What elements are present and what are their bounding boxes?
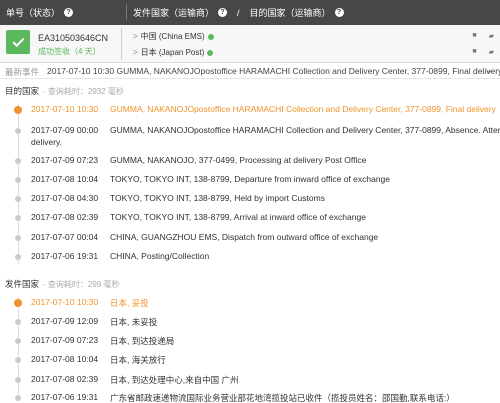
- origin-column-label: 发件国家（运输商）: [133, 8, 215, 18]
- tracking-column-header[interactable]: 单号（状态） ?: [6, 6, 74, 19]
- destination-carrier-label: 日本 (Japan Post): [140, 48, 205, 57]
- event-time: 2017-07-08 02:39: [31, 212, 99, 222]
- event-time: 2017-07-09 00:00: [31, 125, 99, 135]
- event-description: 日本, 海关放行: [110, 355, 166, 365]
- home-icon[interactable]: ■: [472, 32, 476, 40]
- origin-timeline-line: [18, 297, 19, 401]
- column-divider-slash: /: [237, 7, 240, 18]
- timeline-dot-icon: [14, 299, 22, 307]
- event-description: TOKYO, TOKYO INT, 138-8799, Arrival at i…: [110, 212, 366, 222]
- tracking-column-label: 单号（状态）: [6, 8, 61, 18]
- latest-event-label: 最新事件: [5, 67, 40, 77]
- timeline-dot-icon: [14, 106, 22, 114]
- event-time: 2017-07-10 10:30: [31, 297, 99, 307]
- timeline-dot-icon: [15, 338, 21, 344]
- event-time: 2017-07-09 12:09: [31, 316, 99, 326]
- latest-event-row[interactable]: 最新事件 2017-07-10 10:30 GUMMA, NAKANOJOpos…: [0, 63, 500, 79]
- origin-status-dot-icon: [207, 33, 214, 40]
- timeline-dot-icon: [15, 128, 21, 134]
- timeline-dot-icon: [15, 377, 21, 383]
- origin-carrier-label: 中国 (China EMS): [140, 32, 205, 41]
- delivered-check-icon: [6, 30, 30, 54]
- event-description: TOKYO, TOKYO INT, 138-8799, Held by impo…: [110, 193, 325, 203]
- truck-icon[interactable]: ▰: [489, 48, 494, 56]
- event-description: 日本, 到达投递局: [110, 336, 175, 346]
- destination-action-icons: ■ ▰: [472, 48, 494, 56]
- latest-event-text: 2017-07-10 10:30 GUMMA, NAKANOJOpostoffi…: [47, 66, 500, 76]
- timeline-dot-icon: [15, 319, 21, 325]
- destination-section-label: 目的国家: [5, 86, 40, 96]
- destination-query-time: - 查询耗时：2932 毫秒: [43, 87, 124, 96]
- timeline-dot-icon: [15, 395, 21, 401]
- home-icon[interactable]: ■: [472, 48, 476, 56]
- timeline-dot-icon: [15, 196, 21, 202]
- destination-column-label: 目的国家（运输商）: [249, 8, 331, 18]
- chevron-down-icon[interactable]: ⌄: [485, 65, 493, 76]
- timeline-dot-icon: [15, 357, 21, 363]
- help-icon[interactable]: ?: [334, 8, 344, 17]
- shipment-divider: [121, 28, 122, 60]
- truck-icon[interactable]: ▰: [489, 32, 494, 40]
- origin-action-icons: ■ ▰: [472, 32, 494, 40]
- carrier-column-header[interactable]: 发件国家（运输商） ? / 目的国家（运输商） ?: [133, 6, 344, 19]
- event-time: 2017-07-08 10:04: [31, 174, 99, 184]
- destination-carrier[interactable]: > 日本 (Japan Post): [133, 47, 214, 58]
- event-description: 日本, 到达处理中心,来自中国 广州: [110, 375, 239, 385]
- destination-arrow-icon: >: [133, 48, 138, 57]
- event-description: delivery.: [31, 137, 63, 147]
- event-time: 2017-07-08 10:04: [31, 354, 99, 364]
- timeline-dot-icon: [15, 254, 21, 260]
- origin-carrier[interactable]: > 中国 (China EMS): [133, 31, 214, 42]
- origin-section-label: 发件国家: [5, 279, 40, 289]
- event-description: GUMMA, NAKANOJOpostoffice HARAMACHI Coll…: [110, 125, 500, 135]
- event-time: 2017-07-10 10:30: [31, 104, 99, 114]
- event-description: TOKYO, TOKYO INT, 138-8799, Departure fr…: [110, 174, 391, 184]
- event-description: 日本, 妥投: [110, 298, 149, 308]
- header-bar: 单号（状态） ? 发件国家（运输商） ? / 目的国家（运输商） ?: [0, 0, 500, 25]
- origin-arrow-icon: >: [133, 32, 138, 41]
- event-time: 2017-07-09 07:23: [31, 155, 99, 165]
- timeline-dot-icon: [15, 177, 21, 183]
- status-badge: 成功签收（4 天）: [38, 47, 101, 56]
- event-description: GUMMA, NAKANOJOpostoffice HARAMACHI Coll…: [110, 104, 496, 114]
- event-description: CHINA, Posting/Collection: [110, 251, 210, 261]
- origin-query-time: - 查询耗时：299 毫秒: [43, 280, 120, 289]
- event-description: CHINA, GUANGZHOU EMS, Dispatch from outw…: [110, 232, 379, 242]
- event-time: 2017-07-06 19:31: [31, 251, 99, 261]
- timeline-dot-icon: [15, 158, 21, 164]
- event-time: 2017-07-06 19:31: [31, 392, 99, 402]
- timeline-dot-icon: [15, 215, 21, 221]
- destination-section-title: 目的国家 - 查询耗时：2932 毫秒: [5, 85, 124, 97]
- tracking-number[interactable]: EA310503646CN: [38, 33, 108, 43]
- shipment-row[interactable]: [0, 25, 500, 63]
- help-icon[interactable]: ?: [64, 8, 74, 17]
- destination-status-dot-icon: [207, 49, 214, 56]
- event-description: 日本, 未妥投: [110, 317, 158, 327]
- event-time: 2017-07-08 02:39: [31, 374, 99, 384]
- origin-section-title: 发件国家 - 查询耗时：299 毫秒: [5, 278, 119, 290]
- event-description: 广东省邮政速递物流国际业务营业部花地湾揽投站已收件（揽投员姓名：邵国勤,联系电话…: [110, 393, 455, 403]
- event-description: GUMMA, NAKANOJO, 377-0499, Processing at…: [110, 155, 367, 165]
- help-icon[interactable]: ?: [218, 8, 228, 17]
- event-time: 2017-07-07 00:04: [31, 232, 99, 242]
- event-time: 2017-07-09 07:23: [31, 335, 99, 345]
- event-time: 2017-07-08 04:30: [31, 193, 99, 203]
- timeline-dot-icon: [15, 235, 21, 241]
- header-divider: [126, 4, 127, 20]
